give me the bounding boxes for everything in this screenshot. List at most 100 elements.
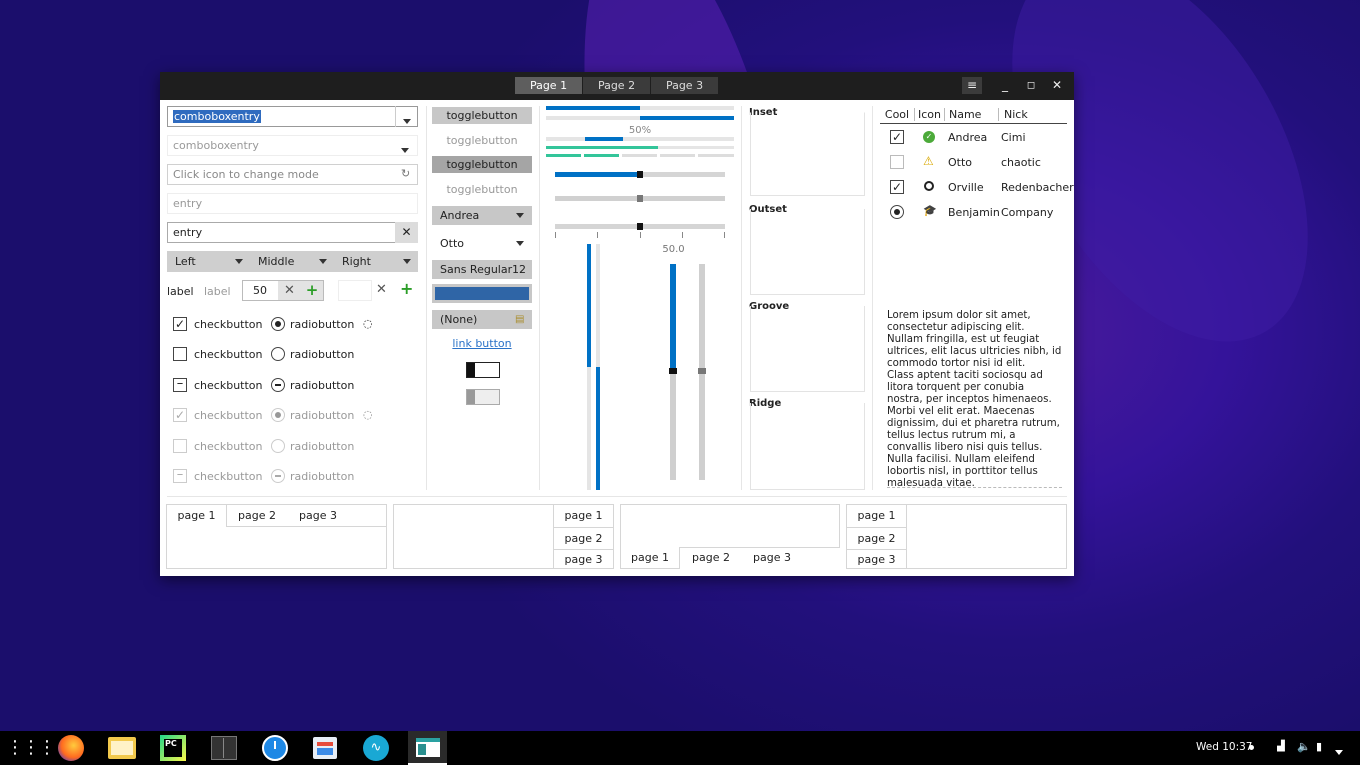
close-icon[interactable]: ✕ xyxy=(1047,77,1067,94)
notification-dot xyxy=(1249,745,1254,750)
comboboxentry-2[interactable]: comboboxentry xyxy=(167,135,418,156)
togglebutton-4[interactable]: togglebutton xyxy=(432,181,532,198)
align-middle-button[interactable]: Middle xyxy=(250,251,334,272)
combobox-otto[interactable]: Otto xyxy=(432,234,532,253)
column-nick[interactable]: Nick xyxy=(999,108,1059,121)
frame-outset xyxy=(750,209,865,295)
chevron-down-icon[interactable] xyxy=(1335,745,1343,758)
battery-icon[interactable]: ▮ xyxy=(1316,740,1322,753)
notebook-tab[interactable]: page 3 xyxy=(847,549,906,568)
row-nick: Redenbacher xyxy=(1001,181,1074,194)
apps-grid-icon[interactable]: ⋮⋮⋮ xyxy=(6,731,56,765)
cool-checkbox[interactable] xyxy=(890,155,904,169)
radiobutton-mixed-disabled[interactable] xyxy=(271,469,285,483)
notebook-tab[interactable]: page 3 xyxy=(288,509,348,523)
notebook-tab[interactable]: page 1 xyxy=(847,505,906,526)
table-row[interactable]: 🎓 Benjamin Company xyxy=(880,201,1067,226)
clock-icon[interactable] xyxy=(258,731,292,765)
stack-tab-page-2[interactable]: Page 2 xyxy=(583,77,650,94)
checkbutton-unchecked[interactable] xyxy=(173,347,187,361)
hamburger-icon[interactable]: ≡ xyxy=(962,77,982,94)
refresh-icon[interactable]: ↻ xyxy=(401,167,410,180)
cool-checkbox[interactable]: ✓ xyxy=(890,130,904,144)
minimize-icon[interactable]: _ xyxy=(995,77,1015,94)
radiobutton-selected-disabled[interactable] xyxy=(271,408,285,422)
table-row[interactable]: ⚠ Otto chaotic xyxy=(880,151,1067,176)
switch-disabled[interactable] xyxy=(466,389,500,405)
stack-tab-page-3[interactable]: Page 3 xyxy=(651,77,718,94)
h-scale-3[interactable] xyxy=(555,223,725,230)
togglebutton-2[interactable]: togglebutton xyxy=(432,132,532,149)
notebook-tab[interactable]: page 1 xyxy=(554,505,613,526)
warning-icon: ⚠ xyxy=(923,154,934,168)
checkbutton-mixed-disabled[interactable]: – xyxy=(173,468,187,483)
minus-icon[interactable]: ✕ xyxy=(376,282,387,297)
notebook-tab[interactable]: page 2 xyxy=(681,551,741,565)
clear-icon[interactable]: ✕ xyxy=(395,222,418,243)
chevron-down-icon[interactable] xyxy=(401,143,409,156)
column-icon[interactable]: Icon xyxy=(915,108,945,121)
notebook-tab[interactable]: page 1 xyxy=(620,547,680,569)
minus-icon[interactable]: ✕ xyxy=(278,281,301,300)
firefox-icon[interactable] xyxy=(54,731,88,765)
radiobutton-unselected-disabled[interactable] xyxy=(271,439,285,453)
checkbutton-unchecked-disabled[interactable] xyxy=(173,439,187,453)
file-chooser-button[interactable]: (None) ▤ xyxy=(432,310,532,329)
clock-label[interactable]: Wed 10:37 xyxy=(1196,741,1253,753)
cool-radio[interactable] xyxy=(890,205,904,219)
plus-icon[interactable]: + xyxy=(400,279,413,298)
mode-entry[interactable]: Click icon to change mode xyxy=(167,164,418,185)
text-view[interactable]: Lorem ipsum dolor sit amet, consectetur … xyxy=(887,310,1062,488)
gtk-demo-icon[interactable] xyxy=(408,731,447,765)
spin-button-disabled[interactable] xyxy=(338,280,372,301)
table-row[interactable]: ✓ ✓ Andrea Cimi xyxy=(880,126,1067,151)
table-row[interactable]: ✓ Orville Redenbacher xyxy=(880,176,1074,201)
files-icon[interactable] xyxy=(105,731,139,765)
notebook-tab[interactable]: page 3 xyxy=(742,551,802,565)
comboboxentry-1[interactable]: comboboxentry xyxy=(167,106,418,127)
terminal-icon[interactable] xyxy=(207,731,241,765)
entry-field[interactable]: entry xyxy=(167,222,418,243)
checkbutton-mixed[interactable]: – xyxy=(173,377,187,392)
notebook-tab[interactable]: page 1 xyxy=(167,505,227,527)
audio-icon[interactable]: ∿ xyxy=(359,731,393,765)
notebook-tab[interactable]: page 2 xyxy=(227,509,287,523)
switch-off[interactable] xyxy=(466,362,500,378)
column-name[interactable]: Name xyxy=(945,108,999,121)
notebook-tab[interactable]: page 2 xyxy=(554,527,613,548)
network-icon[interactable]: ▟ xyxy=(1277,741,1285,752)
radiobutton-mixed[interactable] xyxy=(271,378,285,392)
gtk-demo-window: Page 1 Page 2 Page 3 ≡ _ ◻ ✕ comboboxent… xyxy=(160,72,1074,576)
radiobutton-selected[interactable] xyxy=(271,317,285,331)
maximize-icon[interactable]: ◻ xyxy=(1021,77,1041,94)
h-scale-1[interactable] xyxy=(555,171,725,178)
chevron-down-icon[interactable] xyxy=(395,106,418,127)
togglebutton-3[interactable]: togglebutton xyxy=(432,156,532,173)
entry-placeholder[interactable]: entry xyxy=(167,193,418,214)
checkbutton-checked-disabled[interactable]: ✓ xyxy=(173,408,187,422)
volume-icon[interactable]: 🔈 xyxy=(1297,740,1311,753)
color-button[interactable] xyxy=(432,284,532,303)
align-left-button[interactable]: Left xyxy=(167,251,250,272)
combobox-andrea[interactable]: Andrea xyxy=(432,206,532,225)
align-right-button[interactable]: Right xyxy=(334,251,418,272)
cool-checkbox[interactable]: ✓ xyxy=(890,180,904,194)
radiobutton-label: radiobutton xyxy=(290,440,355,453)
checkbutton-checked[interactable]: ✓ xyxy=(173,317,187,331)
pycharm-icon[interactable]: PC xyxy=(156,731,190,765)
plus-icon[interactable]: + xyxy=(301,281,323,300)
notebook-tab[interactable]: page 3 xyxy=(554,549,613,568)
font-button[interactable]: Sans Regular 12 xyxy=(432,260,532,279)
togglebutton-1[interactable]: togglebutton xyxy=(432,107,532,124)
column-separator xyxy=(872,106,873,490)
v-scale-1[interactable] xyxy=(669,264,677,480)
notebook-tab[interactable]: page 2 xyxy=(847,527,906,548)
stack-tab-page-1[interactable]: Page 1 xyxy=(515,77,582,94)
column-cool[interactable]: Cool xyxy=(880,108,915,121)
v-scale-2[interactable] xyxy=(698,264,706,480)
store-icon[interactable] xyxy=(308,731,342,765)
radiobutton-unselected[interactable] xyxy=(271,347,285,361)
h-scale-2[interactable] xyxy=(555,195,725,202)
link-button[interactable]: link button xyxy=(432,337,532,350)
spinner-icon: ◌ xyxy=(363,317,373,330)
